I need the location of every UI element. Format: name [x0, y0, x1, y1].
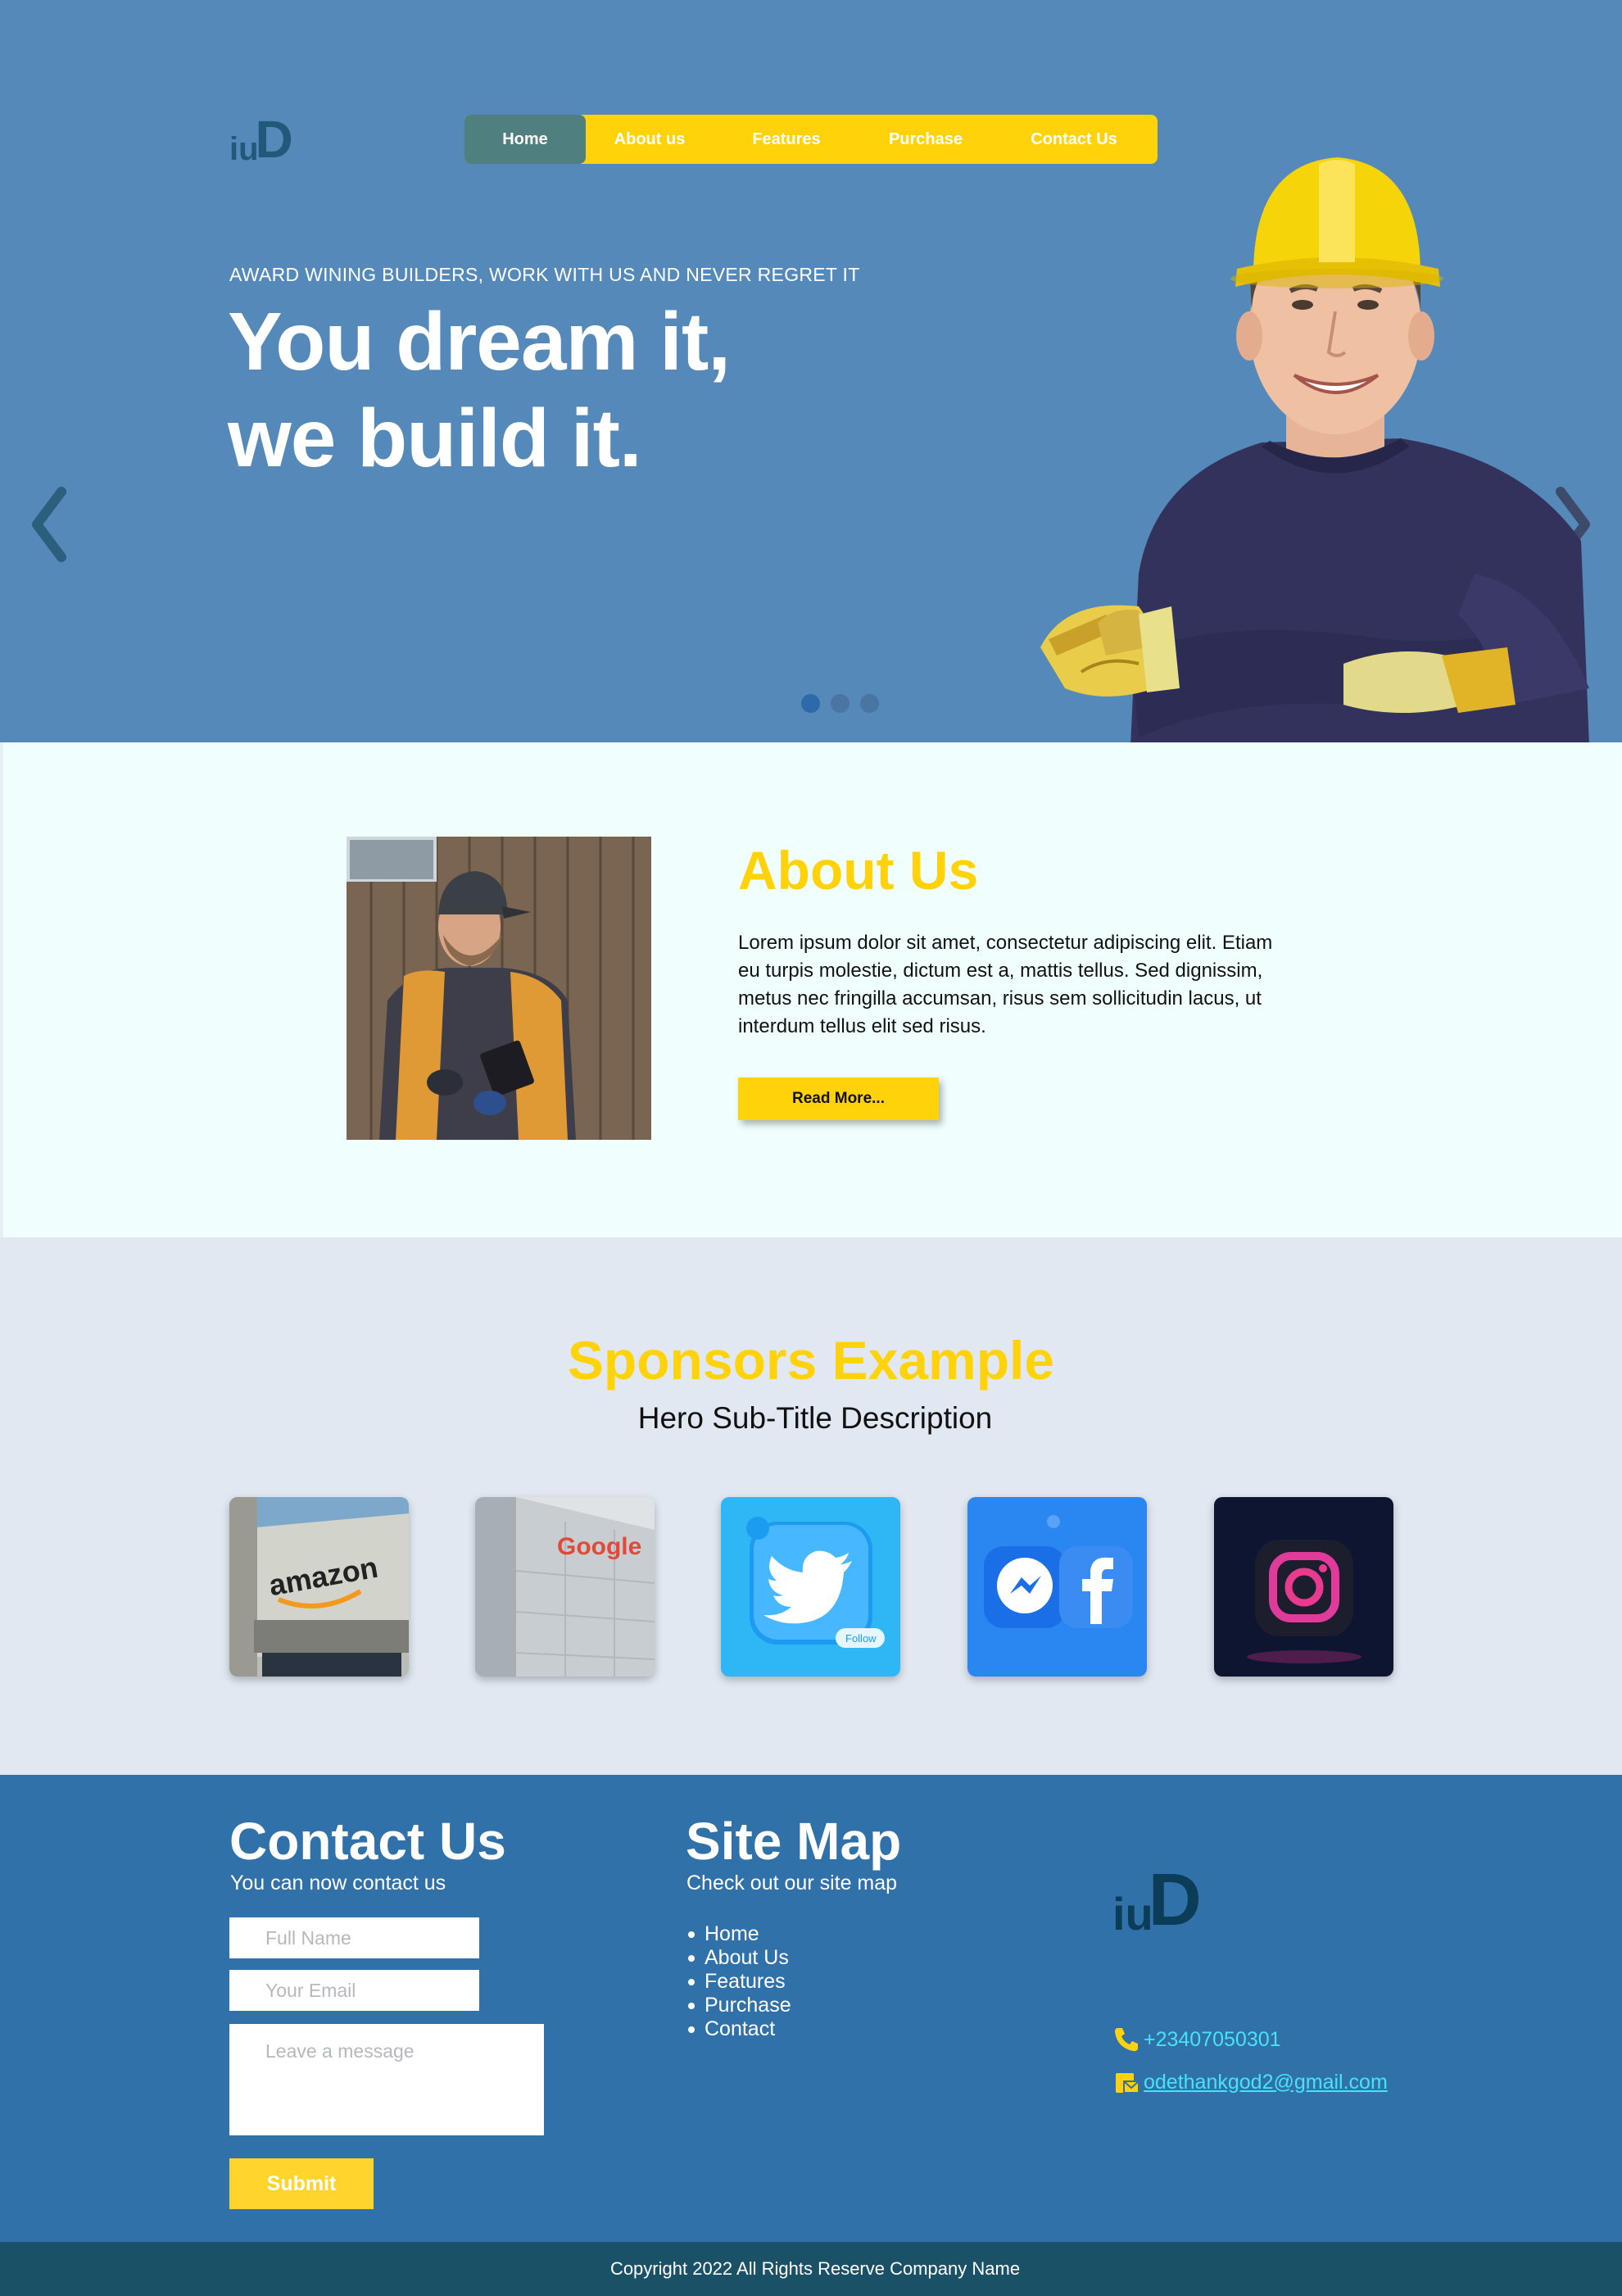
sponsor-card-facebook[interactable] [967, 1497, 1147, 1677]
email-input[interactable] [229, 1970, 479, 2011]
about-title: About Us [738, 840, 979, 901]
hero-eyebrow: AWARD WINING BUILDERS, WORK WITH US AND … [229, 264, 860, 285]
submit-button[interactable]: Submit [229, 2158, 374, 2209]
nav-about-us[interactable]: About us [586, 115, 714, 164]
footer-logo-iu: iu [1112, 1888, 1153, 1940]
copyright-bar: Copyright 2022 All Rights Reserve Compan… [0, 2242, 1622, 2296]
sitemap-link-home[interactable]: Home [686, 1922, 791, 1946]
carousel-dot-1[interactable] [801, 694, 820, 713]
sponsors-subtitle: Hero Sub-Title Description [637, 1401, 993, 1435]
email-address: odethankgod2@gmail.com [1144, 2070, 1388, 2094]
sitemap-list: Home About Us Features Purchase Contact [686, 1922, 791, 2041]
nav-purchase[interactable]: Purchase [859, 115, 992, 164]
sponsor-card-twitter[interactable]: Follow [721, 1497, 900, 1677]
carousel-dots [801, 694, 879, 713]
brand-logo[interactable]: iu D [229, 111, 293, 166]
sponsors-title: Sponsors Example [567, 1330, 1055, 1391]
sitemap-link-about-us[interactable]: About Us [686, 1946, 791, 1970]
logo-iu: iu [229, 131, 259, 167]
nav-features[interactable]: Features [714, 115, 859, 164]
sitemap-link-features[interactable]: Features [686, 1970, 791, 1994]
sponsors-section: Sponsors Example Hero Sub-Title Descript… [0, 1237, 1622, 1775]
full-name-input[interactable] [229, 1917, 479, 1958]
sitemap-title: Site Map [686, 1812, 902, 1871]
sitemap-link-purchase[interactable]: Purchase [686, 1994, 791, 2017]
phone-number: +23407050301 [1144, 2027, 1281, 2051]
nav-home[interactable]: Home [464, 115, 586, 164]
contact-subtitle: You can now contact us [230, 1872, 446, 1894]
worker-photo [347, 837, 651, 1140]
footer-logo[interactable]: iu D [1112, 1863, 1202, 1937]
sitemap-link-contact[interactable]: Contact [686, 2017, 791, 2041]
about-section: About Us Lorem ipsum dolor sit amet, con… [0, 742, 1622, 1237]
twitter-icon: Follow [721, 1497, 900, 1677]
construction-worker-image [1040, 157, 1589, 742]
about-text: Lorem ipsum dolor sit amet, consectetur … [738, 932, 1273, 1037]
hero-headline: You dream it, we build it. [228, 293, 731, 487]
phone-link[interactable]: +23407050301 [1112, 2026, 1281, 2053]
carousel-dot-2[interactable] [831, 694, 850, 713]
footer: Contact Us You can now contact us Submit… [0, 1775, 1622, 2242]
sponsor-card-amazon[interactable]: amazon [229, 1497, 409, 1677]
hero-section: iu D Home About us Features Purchase Con… [0, 0, 1622, 742]
contact-title: Contact Us [229, 1812, 506, 1871]
chevron-left-icon [32, 487, 66, 562]
email-link[interactable]: odethankgod2@gmail.com [1112, 2068, 1388, 2096]
footer-logo-d: D [1148, 1859, 1202, 1941]
carousel-prev-button[interactable] [25, 483, 74, 565]
message-textarea[interactable] [229, 2024, 544, 2135]
instagram-icon [1214, 1497, 1393, 1677]
amazon-building-image: amazon [229, 1497, 409, 1677]
read-more-button[interactable]: Read More... [738, 1078, 939, 1120]
twitter-follow-badge: Follow [845, 1632, 877, 1645]
headline-line-2: we build it. [228, 392, 642, 484]
carousel-dot-3[interactable] [860, 694, 879, 713]
mail-icon [1116, 2073, 1139, 2094]
sitemap-subtitle: Check out our site map [686, 1872, 898, 1894]
phone-icon [1115, 2028, 1138, 2052]
sponsor-card-google[interactable]: Google [475, 1497, 655, 1677]
google-building-image: Google [475, 1497, 655, 1677]
messenger-facebook-icon [967, 1497, 1147, 1677]
logo-d: D [255, 110, 293, 169]
sponsor-card-instagram[interactable] [1214, 1497, 1393, 1677]
google-sign-text: Google [557, 1533, 641, 1560]
headline-line-1: You dream it, [228, 296, 731, 388]
